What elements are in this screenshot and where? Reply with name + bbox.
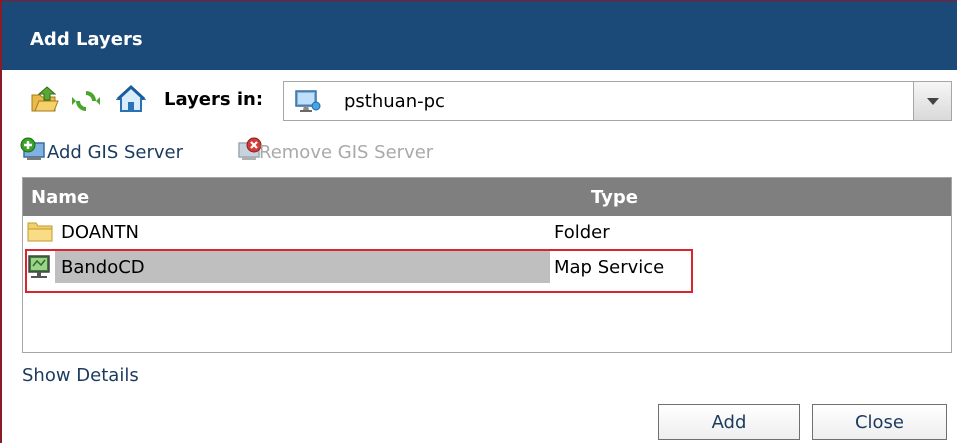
folder-up-icon[interactable]: [29, 85, 59, 115]
location-select[interactable]: psthuan-pc: [283, 81, 952, 121]
dialog-titlebar: Add Layers: [2, 1, 957, 70]
close-button[interactable]: Close: [812, 404, 947, 440]
add-button[interactable]: Add: [658, 404, 800, 440]
home-icon[interactable]: [116, 84, 146, 114]
show-details-link[interactable]: Show Details: [22, 365, 139, 386]
row-type: Folder: [554, 222, 610, 243]
add-server-icon: [20, 137, 45, 160]
column-header-type[interactable]: Type: [591, 187, 638, 208]
add-layers-dialog: Add Layers Layers in: psthuan-pc Add GIS…: [0, 0, 957, 443]
folder-icon: [26, 219, 54, 248]
layers-grid: Name Type DOANTN Folder BandoCD Map Serv…: [22, 177, 952, 353]
add-gis-server-label: Add GIS Server: [47, 142, 184, 163]
table-row[interactable]: DOANTN Folder: [23, 216, 951, 248]
row-name: DOANTN: [61, 222, 139, 243]
computer-icon: [294, 89, 322, 118]
row-name: BandoCD: [61, 257, 145, 278]
refresh-icon[interactable]: [72, 87, 100, 115]
grid-header: Name Type: [23, 178, 951, 216]
chevron-down-icon: [927, 98, 939, 105]
dialog-title: Add Layers: [30, 29, 143, 50]
column-header-name[interactable]: Name: [31, 187, 89, 208]
remove-gis-server-label: Remove GIS Server: [259, 142, 434, 163]
location-dropdown-button[interactable]: [913, 82, 951, 120]
table-row[interactable]: BandoCD Map Service: [23, 251, 951, 283]
map-service-icon: [26, 254, 52, 285]
layers-in-label: Layers in:: [164, 89, 264, 110]
row-type: Map Service: [554, 257, 665, 278]
location-value: psthuan-pc: [344, 91, 445, 112]
